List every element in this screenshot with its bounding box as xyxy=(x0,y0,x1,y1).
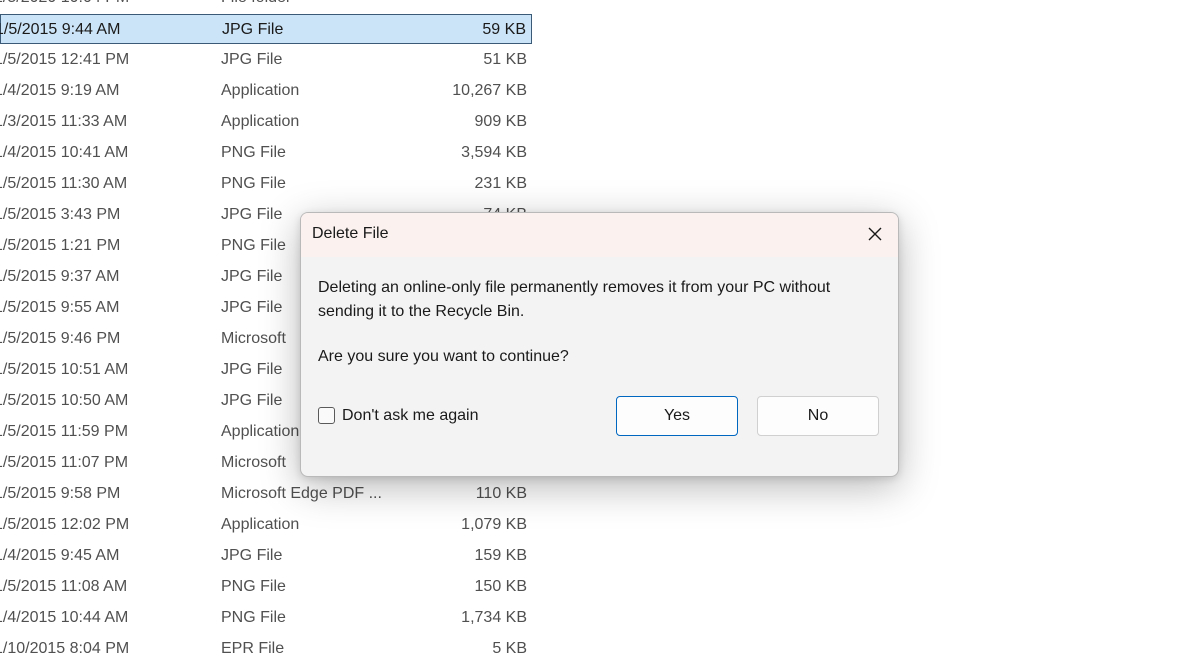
file-row[interactable]: 1/4/2015 9:45 AM JPG File 159 KB xyxy=(0,541,532,571)
file-date: 1/4/2015 9:45 AM xyxy=(0,547,120,564)
file-date: 1/5/2020 10:04 PM xyxy=(0,0,129,7)
no-button[interactable]: No xyxy=(757,396,879,436)
file-date: 1/4/2015 10:41 AM xyxy=(0,144,129,161)
file-row[interactable]: 1/5/2020 10:04 PM File folder xyxy=(0,0,532,13)
file-type: Application xyxy=(221,423,300,440)
file-size: 3,594 KB xyxy=(461,144,527,161)
file-row[interactable]: 1/5/2015 12:41 PM JPG File 51 KB xyxy=(0,45,532,75)
file-type: Microsoft xyxy=(221,454,286,471)
file-date: 1/5/2015 11:30 AM xyxy=(0,175,128,192)
checkbox-box[interactable] xyxy=(318,407,335,424)
file-type: JPG File xyxy=(221,392,283,409)
file-row[interactable]: 1/3/2015 11:33 AM Application 909 KB xyxy=(0,107,532,137)
file-size: 10,267 KB xyxy=(452,82,527,99)
file-row[interactable]: 1/5/2015 12:02 PM Application 1,079 KB xyxy=(0,510,532,540)
file-type: Application xyxy=(221,516,300,533)
file-date: 1/5/2015 9:58 PM xyxy=(0,485,121,502)
file-size: 5 KB xyxy=(492,640,527,657)
file-size: 909 KB xyxy=(474,113,527,130)
file-date: 1/5/2015 9:55 AM xyxy=(0,299,120,316)
file-type: EPR File xyxy=(221,640,285,657)
yes-button[interactable]: Yes xyxy=(616,396,738,436)
close-button[interactable] xyxy=(852,213,898,257)
file-date: 1/4/2015 10:44 AM xyxy=(0,609,129,626)
file-date: 1/5/2015 9:44 AM xyxy=(0,21,121,38)
file-date: 1/3/2015 11:33 AM xyxy=(0,113,128,130)
file-date: 1/5/2015 1:21 PM xyxy=(0,237,121,254)
file-row[interactable]: 1/4/2015 10:44 AM PNG File 1,734 KB xyxy=(0,603,532,633)
file-type: Application xyxy=(221,82,300,99)
file-type: Microsoft xyxy=(221,330,286,347)
file-type: JPG File xyxy=(221,206,283,223)
file-date: 1/5/2015 9:46 PM xyxy=(0,330,121,347)
file-type: PNG File xyxy=(221,175,286,192)
file-size: 231 KB xyxy=(474,175,527,192)
file-date: 1/5/2015 11:59 PM xyxy=(0,423,129,440)
file-type: JPG File xyxy=(221,547,283,564)
file-row[interactable]: 1/4/2015 9:19 AM Application 10,267 KB xyxy=(0,76,532,106)
file-row[interactable]: 1/10/2015 8:04 PM EPR File 5 KB xyxy=(0,634,532,664)
file-date: 1/4/2015 9:19 AM xyxy=(0,82,120,99)
dialog-message: Deleting an online-only file permanently… xyxy=(318,279,831,320)
file-type: Application xyxy=(221,113,300,130)
dialog-title: Delete File xyxy=(312,225,389,242)
file-date: 1/10/2015 8:04 PM xyxy=(0,640,130,657)
file-date: 1/5/2015 10:51 AM xyxy=(0,361,129,378)
file-size: 51 KB xyxy=(483,51,527,68)
file-type: JPG File xyxy=(222,21,284,38)
dialog-titlebar: Delete File xyxy=(301,213,898,257)
file-type: Microsoft Edge PDF ... xyxy=(221,485,382,502)
file-size: 1,079 KB xyxy=(461,516,527,533)
delete-file-dialog: Delete File Deleting an online-only file… xyxy=(300,212,899,477)
file-size: 1,734 KB xyxy=(461,609,527,626)
file-type: JPG File xyxy=(221,299,283,316)
file-type: PNG File xyxy=(221,578,286,595)
file-date: 1/5/2015 10:50 AM xyxy=(0,392,129,409)
file-size: 159 KB xyxy=(474,547,527,564)
file-date: 1/5/2015 9:37 AM xyxy=(0,268,120,285)
file-row[interactable]: 1/4/2015 10:41 AM PNG File 3,594 KB xyxy=(0,138,532,168)
file-row[interactable]: 1/5/2015 9:44 AM JPG File 59 KB xyxy=(0,14,532,44)
file-row[interactable]: 1/5/2015 9:58 PM Microsoft Edge PDF ... 11… xyxy=(0,479,532,509)
file-date: 1/5/2015 12:41 PM xyxy=(0,51,130,68)
file-type: JPG File xyxy=(221,268,283,285)
file-type: JPG File xyxy=(221,51,283,68)
checkbox-label[interactable]: Don't ask me again xyxy=(342,407,478,425)
file-date: 1/5/2015 11:08 AM xyxy=(0,578,128,595)
file-type: File folder xyxy=(221,0,291,7)
dialog-question: Are you sure you want to continue? xyxy=(318,348,569,365)
file-size: 59 KB xyxy=(482,21,526,38)
file-type: PNG File xyxy=(221,144,286,161)
file-date: 1/5/2015 12:02 PM xyxy=(0,516,130,533)
close-icon xyxy=(868,227,882,241)
file-size: 150 KB xyxy=(474,578,527,595)
file-row[interactable]: 1/5/2015 11:30 AM PNG File 231 KB xyxy=(0,169,532,199)
file-type: PNG File xyxy=(221,609,286,626)
file-size: 110 KB xyxy=(475,485,527,502)
file-date: 1/5/2015 11:07 PM xyxy=(0,454,129,471)
file-row[interactable]: 1/5/2015 11:08 AM PNG File 150 KB xyxy=(0,572,532,602)
file-type: JPG File xyxy=(221,361,283,378)
file-type: PNG File xyxy=(221,237,286,254)
file-date: 1/5/2015 3:43 PM xyxy=(0,206,121,223)
